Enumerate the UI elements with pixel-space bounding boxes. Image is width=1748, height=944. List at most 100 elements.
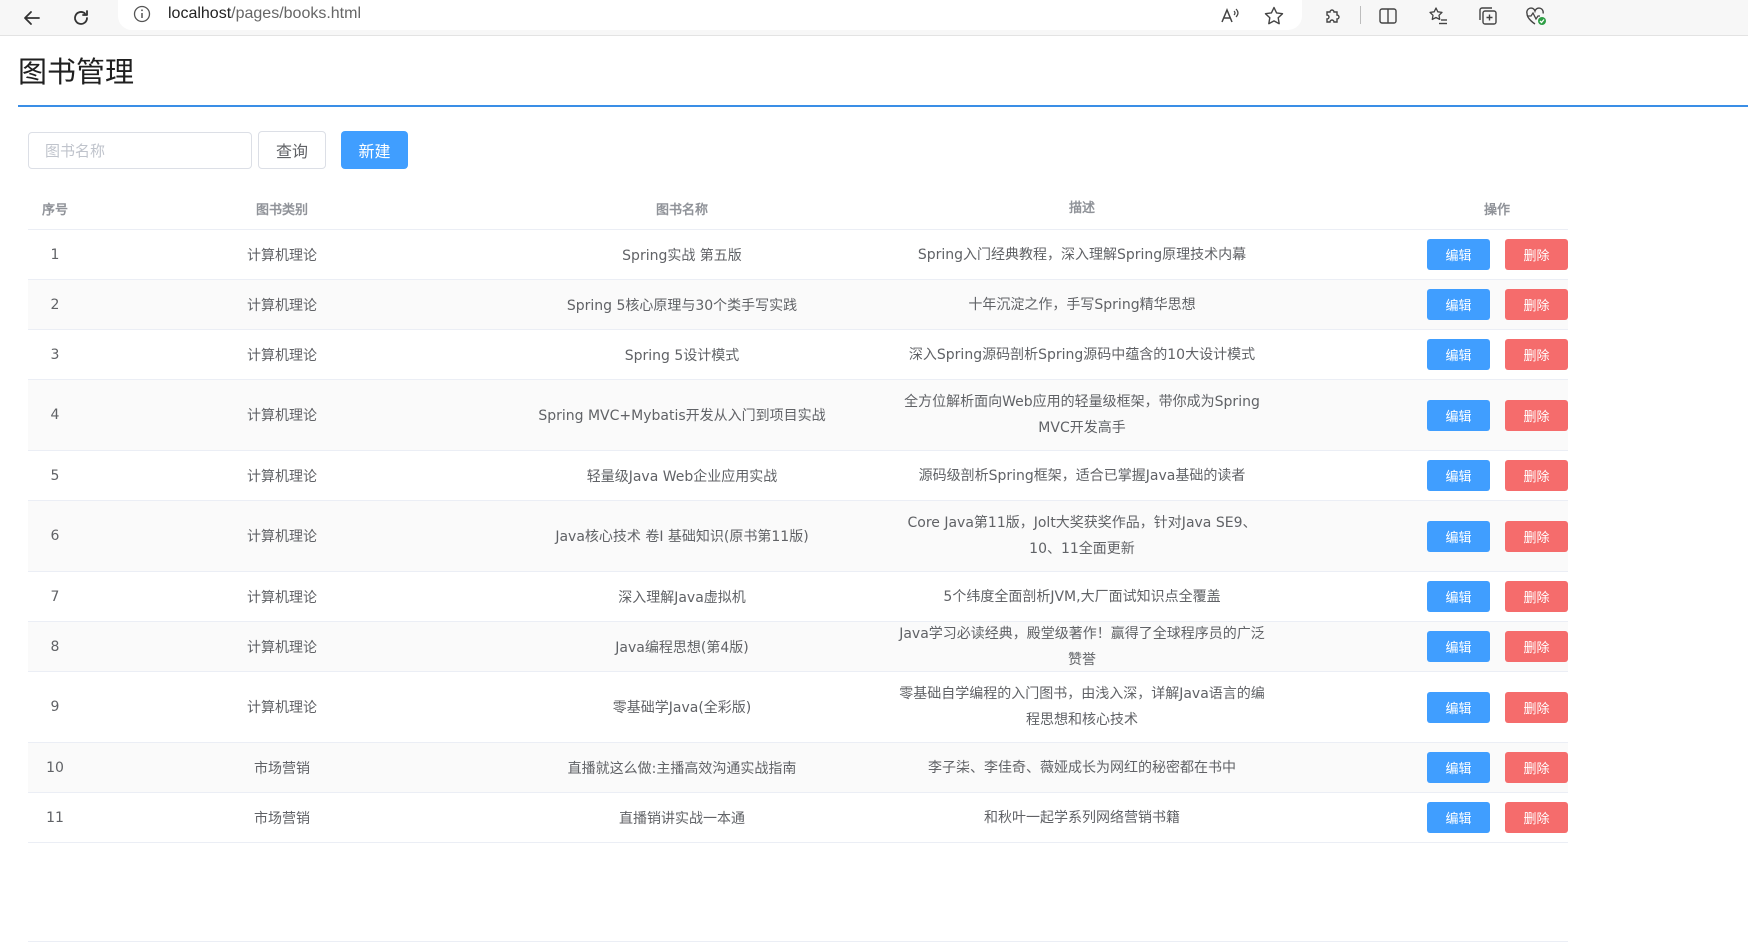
row-actions: 编辑 删除 <box>1282 581 1568 612</box>
delete-button[interactable]: 删除 <box>1505 289 1568 320</box>
cell-category: 计算机理论 <box>247 700 317 716</box>
cell-operations: 编辑 删除 <box>1282 631 1568 662</box>
cell-index: 6 <box>50 528 60 544</box>
cell-book-name: 深入理解Java虚拟机 <box>618 589 746 606</box>
cell-category: 计算机理论 <box>247 639 317 656</box>
row-actions: 编辑 删除 <box>1282 399 1568 431</box>
delete-button[interactable]: 删除 <box>1505 691 1568 723</box>
read-aloud-icon[interactable] <box>1216 2 1244 30</box>
url-host: localhost <box>168 5 232 22</box>
cell-category: 市场营销 <box>254 810 310 827</box>
browser-health-icon[interactable] <box>1522 2 1550 30</box>
row-actions: 编辑 删除 <box>1282 289 1568 320</box>
edit-button[interactable]: 编辑 <box>1427 460 1490 491</box>
reload-icon[interactable] <box>65 2 97 34</box>
delete-button[interactable]: 删除 <box>1505 752 1568 783</box>
cell-book-name: 直播销讲实战一本通 <box>619 810 745 827</box>
table-row: 1 计算机理论 Spring实战 第五版 Spring入门经典教程，深入理解Sprin… <box>28 230 1568 280</box>
cell-operations: 编辑 删除 <box>1282 691 1568 723</box>
row-actions: 编辑 删除 <box>1282 239 1568 270</box>
cell-description: 源码级剖析Spring框架，适合已掌握Java基础的读者 <box>918 467 1246 484</box>
cell-operations: 编辑 删除 <box>1282 581 1568 612</box>
table-row: 8 计算机理论 Java编程思想(第4版) Java学习必读经典，殿堂级著作！赢得了全… <box>28 622 1568 672</box>
cell-description: 5个纬度全面剖析JVM,大厂面试知识点全覆盖 <box>943 588 1221 605</box>
back-arrow-icon[interactable] <box>16 2 48 34</box>
cell-description: 和秋叶一起学系列网络营销书籍 <box>984 809 1180 826</box>
cell-operations: 编辑 删除 <box>1282 802 1568 833</box>
info-icon[interactable] <box>132 4 152 24</box>
edit-button[interactable]: 编辑 <box>1427 691 1490 723</box>
edit-button[interactable]: 编辑 <box>1427 802 1490 833</box>
delete-button[interactable]: 删除 <box>1505 339 1568 370</box>
delete-button[interactable]: 删除 <box>1505 581 1568 612</box>
header-description: 描述 <box>1068 200 1095 216</box>
cell-book-name: Spring 5设计模式 <box>624 347 740 364</box>
cell-category: 计算机理论 <box>247 297 317 314</box>
browser-toolbar: localhost/pages/books.html <box>0 0 1748 36</box>
url-text[interactable]: localhost/pages/books.html <box>168 4 361 24</box>
cell-category: 计算机理论 <box>247 408 317 424</box>
cell-category: 计算机理论 <box>247 529 317 545</box>
table-body: 1 计算机理论 Spring实战 第五版 Spring入门经典教程，深入理解Sprin… <box>28 230 1568 843</box>
cell-book-name: 零基础学Java(全彩版) <box>612 700 752 716</box>
cell-book-name: 轻量级Java Web企业应用实战 <box>586 468 778 485</box>
table-bottom-border <box>28 941 1568 942</box>
edit-button[interactable]: 编辑 <box>1427 631 1490 662</box>
edit-button[interactable]: 编辑 <box>1427 339 1490 370</box>
row-actions: 编辑 删除 <box>1282 631 1568 662</box>
cell-index: 8 <box>50 638 60 655</box>
header-operations: 操作 <box>1483 203 1510 218</box>
header-index: 序号 <box>41 203 68 218</box>
book-name-search-input[interactable] <box>28 132 252 169</box>
query-button[interactable]: 查询 <box>258 131 326 169</box>
page-title: 图书管理 <box>18 55 135 89</box>
delete-button[interactable]: 删除 <box>1505 631 1568 662</box>
table-row: 9 计算机理论 零基础学Java(全彩版) 零基础自学编程的入门图书，由浅入深，详解J… <box>28 672 1568 743</box>
row-actions: 编辑 删除 <box>1282 802 1568 833</box>
edit-button[interactable]: 编辑 <box>1427 399 1490 431</box>
delete-button[interactable]: 删除 <box>1505 520 1568 552</box>
cell-category: 计算机理论 <box>247 247 317 264</box>
cell-index: 1 <box>50 246 60 263</box>
cell-book-name: Spring 5核心原理与30个类手写实践 <box>566 297 798 314</box>
cell-book-name: 直播就这么做:主播高效沟通实战指南 <box>567 760 797 777</box>
delete-button[interactable]: 删除 <box>1505 239 1568 270</box>
cell-operations: 编辑 删除 <box>1282 399 1568 431</box>
cell-operations: 编辑 删除 <box>1282 460 1568 491</box>
favorites-list-icon[interactable] <box>1424 2 1452 30</box>
cell-index: 2 <box>50 296 60 313</box>
edit-button[interactable]: 编辑 <box>1427 520 1490 552</box>
delete-button[interactable]: 删除 <box>1505 460 1568 491</box>
cell-description: 十年沉淀之作，手写Spring精华思想 <box>968 296 1196 313</box>
cell-description: 零基础自学编程的入门图书，由浅入深，详解Java语言的编程思想和核心技术 <box>899 686 1265 728</box>
cell-index: 9 <box>50 699 60 715</box>
edit-button[interactable]: 编辑 <box>1427 239 1490 270</box>
collections-icon[interactable] <box>1474 2 1502 30</box>
favorite-star-icon[interactable] <box>1260 2 1288 30</box>
cell-book-name: Java核心技术 卷Ⅰ 基础知识(原书第11版) <box>555 529 809 545</box>
cell-operations: 编辑 删除 <box>1282 339 1568 370</box>
cell-book-name: Spring MVC+Mybatis开发从入门到项目实战 <box>538 408 826 424</box>
table-row: 10 市场营销 直播就这么做:主播高效沟通实战指南 李子柒、李佳奇、薇娅成长为网红的秘… <box>28 743 1568 793</box>
row-actions: 编辑 删除 <box>1282 752 1568 783</box>
row-actions: 编辑 删除 <box>1282 520 1568 552</box>
cell-book-name: Java编程思想(第4版) <box>615 639 749 656</box>
extensions-icon[interactable] <box>1319 2 1347 30</box>
edit-button[interactable]: 编辑 <box>1427 581 1490 612</box>
cell-description: Core Java第11版，Jolt大奖获奖作品，针对Java SE9、10、1… <box>907 515 1257 557</box>
table-row: 4 计算机理论 Spring MVC+Mybatis开发从入门到项目实战 全方位解析面… <box>28 380 1568 451</box>
toolbar-separator <box>1360 6 1361 24</box>
delete-button[interactable]: 删除 <box>1505 802 1568 833</box>
edit-button[interactable]: 编辑 <box>1427 289 1490 320</box>
books-table: 序号 图书类别 图书名称 描述 操作 1 计算机理论 Spring实战 第五版 Spr… <box>28 188 1568 843</box>
delete-button[interactable]: 删除 <box>1505 399 1568 431</box>
split-screen-icon[interactable] <box>1374 2 1402 30</box>
edit-button[interactable]: 编辑 <box>1427 752 1490 783</box>
table-header: 序号 图书类别 图书名称 描述 操作 <box>28 188 1568 230</box>
new-book-button[interactable]: 新建 <box>341 131 408 169</box>
cell-description: 全方位解析面向Web应用的轻量级框架，带你成为Spring MVC开发高手 <box>904 394 1260 436</box>
cell-operations: 编辑 删除 <box>1282 520 1568 552</box>
cell-category: 计算机理论 <box>247 347 317 364</box>
cell-book-name: Spring实战 第五版 <box>622 247 742 264</box>
cell-operations: 编辑 删除 <box>1282 289 1568 320</box>
